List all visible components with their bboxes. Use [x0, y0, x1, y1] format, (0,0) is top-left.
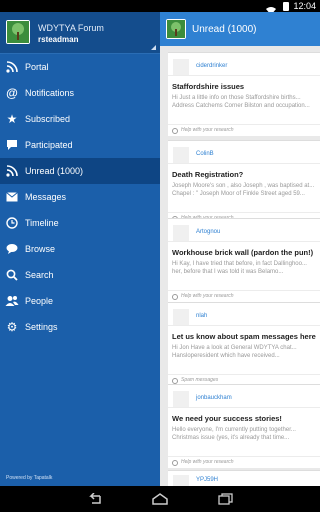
people-icon: [5, 294, 19, 308]
forum-name: Spam messages: [181, 377, 219, 383]
status-time: 12:04: [293, 1, 316, 11]
username: rsteadman: [38, 35, 79, 44]
divider: [168, 75, 320, 76]
forum-name: Help with your research: [181, 127, 234, 133]
at-icon: @: [6, 86, 18, 100]
nav-item-messages[interactable]: Messages: [0, 184, 160, 210]
topic-title: Let us know about spam messages here: [172, 332, 316, 341]
nav-item-timeline[interactable]: Timeline: [0, 210, 160, 236]
nav-label: Participated: [25, 140, 73, 150]
forum-name: Help with your research: [181, 459, 234, 465]
unread-feed-icon: [5, 164, 19, 178]
nav-label: Portal: [25, 62, 49, 72]
nav-item-settings[interactable]: ⚙ Settings: [0, 314, 160, 340]
topic-card[interactable]: YPJ59H: [168, 470, 320, 491]
topic-title: Death Registration?: [172, 170, 244, 179]
nav-item-people[interactable]: People: [0, 288, 160, 314]
search-icon: [5, 268, 19, 282]
divider: [168, 241, 320, 242]
nav-item-participated[interactable]: Participated: [0, 132, 160, 158]
star-icon: ★: [6, 112, 18, 126]
divider: [168, 407, 320, 408]
topic-card[interactable]: ciderdrinker Staffordshire issues Hi Jus…: [168, 52, 320, 136]
mail-icon: [5, 190, 19, 204]
avatar[interactable]: [173, 147, 189, 163]
topic-card[interactable]: Artognou Workhouse brick wall (pardon th…: [168, 218, 320, 302]
avatar[interactable]: [173, 225, 189, 241]
nav-label: Messages: [25, 192, 67, 202]
forum-row: Help with your research: [168, 456, 320, 468]
nav-item-search[interactable]: Search: [0, 262, 160, 288]
forum-logo: [6, 20, 30, 44]
topic-preview: Hello everyone, I'm currently putting to…: [172, 427, 296, 441]
nav-label: Settings: [25, 322, 58, 332]
nav-label: Search: [25, 270, 54, 280]
drawer-nav: Portal @ Notifications ★ Subscribed Part…: [0, 54, 160, 340]
forum-icon: [172, 128, 178, 134]
divider: [168, 163, 320, 164]
author-name[interactable]: ciderdrinker: [196, 63, 227, 69]
status-bar: 12:04: [0, 0, 320, 15]
forum-icon: [172, 294, 178, 300]
forum-row: Help with your research: [168, 124, 320, 136]
top-app-bar: Unread (1000): [160, 12, 320, 46]
powered-by-footer: Powered by Tapatalk: [6, 475, 53, 481]
topic-preview: Joseph Moore's son , also Joseph , was b…: [172, 183, 315, 197]
nav-label: Timeline: [25, 218, 59, 228]
topic-preview: Hi Jon Have a look at General WDYTYA cha…: [172, 345, 297, 359]
topic-title: Staffordshire issues: [172, 82, 245, 91]
topic-card[interactable]: jonbauckham We need your success stories…: [168, 384, 320, 468]
author-name[interactable]: Artognou: [196, 229, 220, 235]
topic-preview: Hi Kay, I have tried that before, in fac…: [172, 261, 307, 275]
speech-bubble-icon: [5, 138, 19, 152]
forum-icon: [172, 460, 178, 466]
forum-row: Help with your research: [168, 290, 320, 302]
topic-preview: Hi Just a little info on those Staffords…: [172, 95, 310, 109]
nav-label: Notifications: [25, 88, 75, 98]
page-title: Unread (1000): [192, 24, 257, 35]
drawer-header[interactable]: WDYTYA Forum rsteadman: [0, 12, 160, 54]
author-name[interactable]: jonbauckham: [196, 395, 232, 401]
nav-item-browse[interactable]: Browse: [0, 236, 160, 262]
account-dropdown-icon[interactable]: [151, 45, 156, 50]
system-nav-bar: [0, 486, 320, 512]
nav-item-notifications[interactable]: @ Notifications: [0, 80, 160, 106]
divider: [168, 325, 320, 326]
forum-name: Help with your research: [181, 293, 234, 299]
nav-label: People: [25, 296, 54, 306]
topic-title: We need your success stories!: [172, 414, 282, 423]
author-name[interactable]: YPJ59H: [196, 477, 218, 483]
forum-title: WDYTYA Forum: [38, 23, 104, 33]
main-content: Unread (1000) ciderdrinker Staffordshire…: [160, 12, 320, 491]
chat-bubbles-icon: [5, 242, 19, 256]
gear-icon: ⚙: [6, 320, 18, 334]
topic-card[interactable]: nlah Let us know about spam messages her…: [168, 302, 320, 386]
nav-item-unread[interactable]: Unread (1000): [0, 158, 160, 184]
battery-icon: [283, 2, 289, 11]
app-logo[interactable]: [166, 19, 186, 39]
nav-label: Unread (1000): [25, 166, 84, 176]
avatar[interactable]: [173, 59, 189, 75]
avatar[interactable]: [173, 309, 189, 325]
nav-item-portal[interactable]: Portal: [0, 54, 160, 80]
home-icon[interactable]: [152, 491, 168, 507]
nav-label: Browse: [25, 244, 56, 254]
recents-icon[interactable]: [218, 491, 234, 507]
rss-icon: [5, 60, 19, 74]
topic-card[interactable]: ColinB Death Registration? Joseph Moore'…: [168, 140, 320, 224]
back-icon[interactable]: [86, 491, 102, 507]
nav-item-subscribed[interactable]: ★ Subscribed: [0, 106, 160, 132]
navigation-drawer: WDYTYA Forum rsteadman Portal @ Notifica…: [0, 12, 160, 486]
nav-label: Subscribed: [25, 114, 71, 124]
author-name[interactable]: nlah: [196, 313, 207, 319]
author-name[interactable]: ColinB: [196, 151, 214, 157]
topic-title: Workhouse brick wall (pardon the pun!): [172, 248, 314, 257]
avatar[interactable]: [173, 391, 189, 407]
clock-icon: [5, 216, 19, 230]
